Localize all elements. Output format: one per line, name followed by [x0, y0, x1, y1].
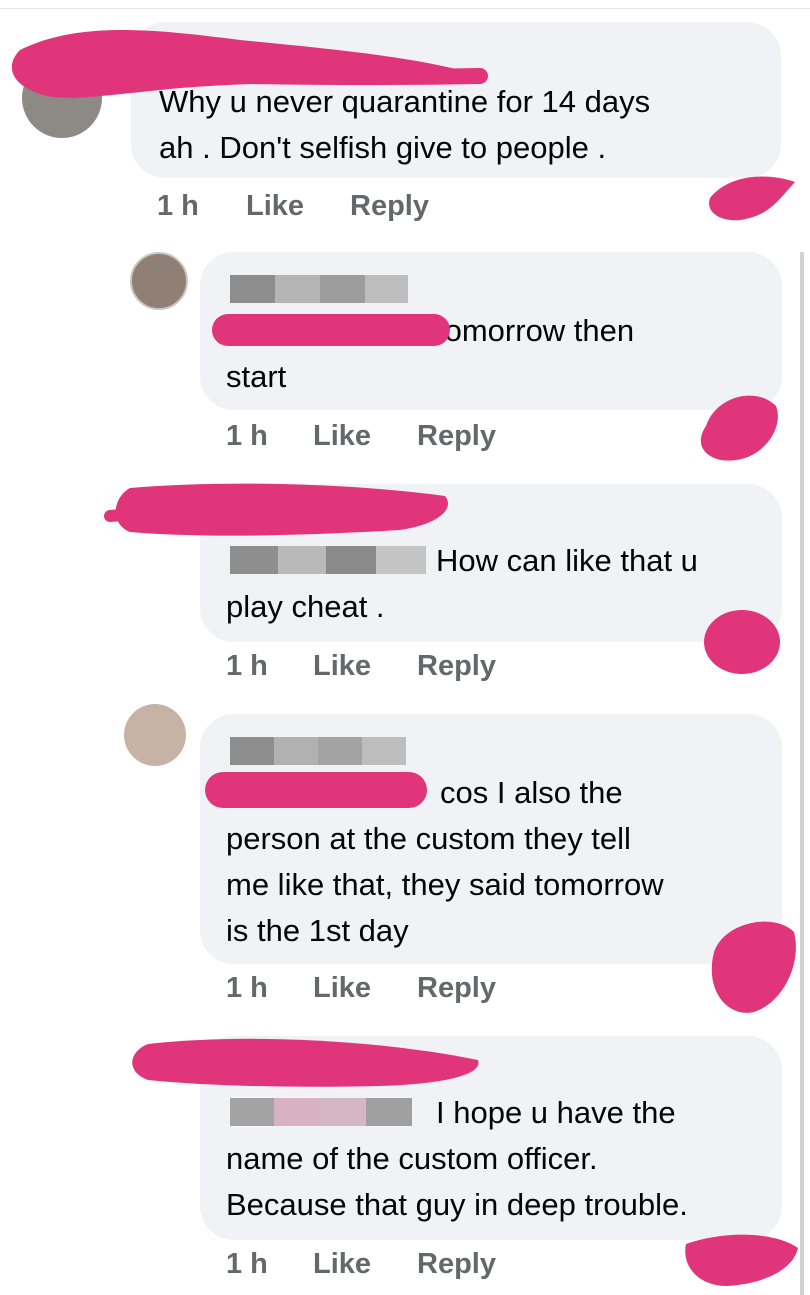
- redaction-scribble: [132, 1038, 479, 1087]
- reply-button[interactable]: Reply: [350, 190, 429, 223]
- comment-timestamp[interactable]: 1 h: [226, 420, 268, 453]
- redaction-scribble: [700, 395, 778, 461]
- comment-text-line: Because that guy in deep trouble.: [226, 1187, 688, 1222]
- author-name-blurred[interactable]: [230, 737, 406, 765]
- redaction-scribble: [685, 1234, 798, 1286]
- comment-timestamp[interactable]: 1 h: [226, 1248, 268, 1281]
- reply-button[interactable]: Reply: [417, 420, 496, 453]
- comment-timestamp[interactable]: 1 h: [226, 650, 268, 683]
- redaction-scribble: [709, 176, 795, 221]
- comment-text-line: start: [226, 359, 287, 394]
- comment-text-line: cos I also the: [440, 775, 623, 810]
- redaction-scribble: [212, 314, 450, 346]
- comment-text-line: me like that, they said tomorrow: [226, 867, 664, 902]
- redaction-scribble: [104, 483, 448, 536]
- author-name-blurred[interactable]: [230, 275, 408, 303]
- author-name-blurred[interactable]: [230, 1098, 412, 1126]
- author-name-blurred[interactable]: [230, 546, 426, 574]
- redaction-scribble: [11, 30, 488, 98]
- like-button[interactable]: Like: [313, 420, 371, 453]
- reply-thread-line: [800, 252, 804, 1295]
- redaction-scribble: [704, 610, 780, 674]
- avatar[interactable]: [130, 252, 188, 310]
- redaction-scribble: [205, 772, 427, 808]
- comment-text-line: name of the custom officer.: [226, 1141, 598, 1176]
- comment-text-line: play cheat .: [226, 589, 385, 624]
- reply-button[interactable]: Reply: [417, 650, 496, 683]
- top-divider: [0, 8, 810, 9]
- comment-timestamp[interactable]: 1 h: [226, 972, 268, 1005]
- like-button[interactable]: Like: [313, 650, 371, 683]
- like-button[interactable]: Like: [313, 972, 371, 1005]
- comment-timestamp[interactable]: 1 h: [157, 190, 199, 223]
- avatar[interactable]: [124, 704, 186, 766]
- reply-button[interactable]: Reply: [417, 1248, 496, 1281]
- comment-text-line: is the 1st day: [226, 913, 409, 948]
- comment-text-line: tomorrow then: [436, 313, 635, 348]
- comment-text-line: How can like that u: [436, 543, 698, 578]
- like-button[interactable]: Like: [313, 1248, 371, 1281]
- redaction-scribble: [711, 921, 796, 1013]
- comment-text-line: person at the custom they tell: [226, 821, 631, 856]
- like-button[interactable]: Like: [246, 190, 304, 223]
- reply-button[interactable]: Reply: [417, 972, 496, 1005]
- comment-text-line: ah . Don't selfish give to people .: [159, 130, 607, 165]
